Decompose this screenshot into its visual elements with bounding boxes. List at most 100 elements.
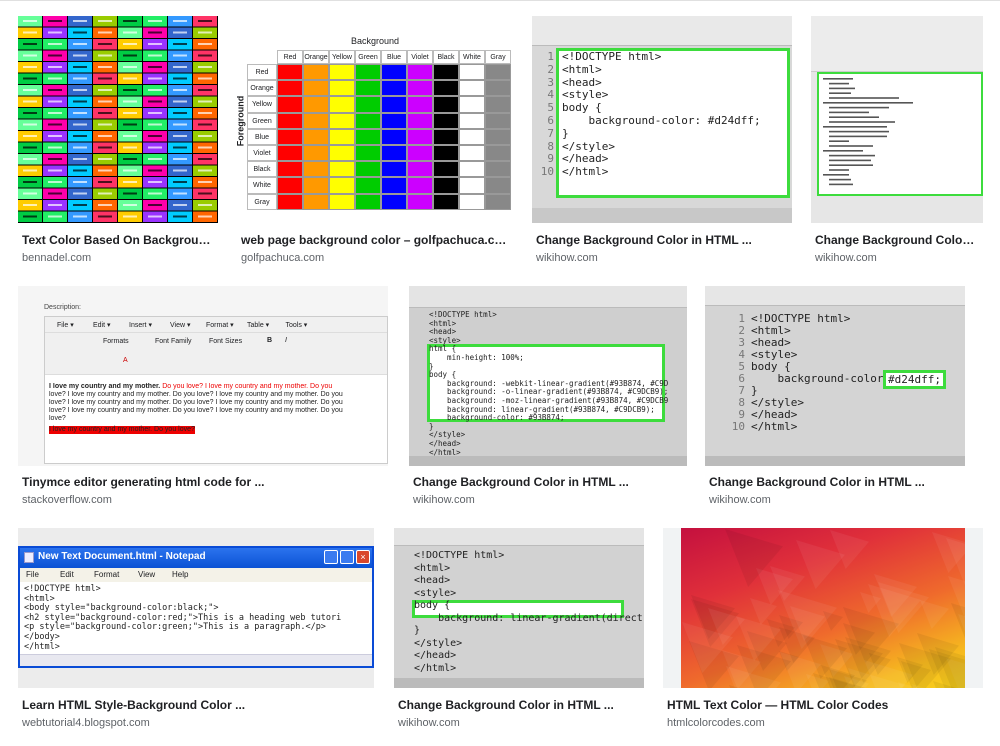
result-card-7[interactable]: 1 <!DOCTYPE html> 2 <html> 3 <head> 4 <style> 5 b… xyxy=(705,286,965,512)
result-title[interactable]: Tinymce editor generating html code for … xyxy=(22,474,384,490)
result-source[interactable]: bennadel.com xyxy=(22,251,214,265)
code-line: <!DOCTYPE html> xyxy=(414,550,505,561)
contrast-cell xyxy=(485,193,511,210)
code-line: </html> xyxy=(414,662,457,674)
code-line-mark xyxy=(829,178,851,181)
contrast-cell xyxy=(407,96,433,113)
row-header: Violet xyxy=(247,145,277,162)
grid-cell-text xyxy=(198,43,212,45)
contrast-cell xyxy=(355,193,381,210)
result-source[interactable]: wikihow.com xyxy=(398,716,640,730)
result-thumbnail[interactable] xyxy=(18,16,218,223)
contrast-cell xyxy=(381,80,407,97)
contrast-cell xyxy=(459,177,485,194)
grid-cell-text xyxy=(198,215,212,218)
result-title[interactable]: Change Background Color in HTML ... xyxy=(413,474,683,490)
contrast-cell xyxy=(433,161,459,178)
grid-cell-text xyxy=(23,158,37,160)
code-line: </head> xyxy=(414,650,457,661)
result-card-4[interactable]: Change Background Color i... wikihow.com xyxy=(811,16,983,266)
grid-cell-text xyxy=(198,112,212,114)
contrast-cell xyxy=(381,145,407,162)
result-title[interactable]: Change Background Color in HTML ... xyxy=(536,232,788,248)
result-source[interactable]: golfpachuca.com xyxy=(241,251,509,265)
grid-cell-text xyxy=(73,192,87,195)
grid-cell-text xyxy=(173,204,187,206)
grid-cell-text xyxy=(198,192,212,195)
result-title[interactable]: Change Background Color in HTML ... xyxy=(398,697,640,713)
result-thumbnail[interactable]: Background Foreground Red Red Orange Orange… xyxy=(237,16,513,223)
grid-cell-text xyxy=(123,181,137,183)
result-thumbnail[interactable]: <!DOCTYPE html> <html> <head> <style> body {… xyxy=(394,528,644,688)
contrast-cell xyxy=(381,112,407,129)
grid-cell-text xyxy=(98,123,112,126)
result-thumbnail[interactable] xyxy=(663,528,983,688)
result-thumbnail[interactable]: New Text Document.html - Notepad × File E… xyxy=(18,528,374,688)
result-title[interactable]: Change Background Color in HTML ... xyxy=(709,474,961,490)
result-source[interactable]: wikihow.com xyxy=(536,251,788,265)
grid-cell-text xyxy=(98,112,112,114)
notepad-window: New Text Document.html - Notepad × File E… xyxy=(18,546,374,668)
result-thumbnail[interactable]: 1 <!DOCTYPE html> 2 <html> 3 <head> 4 <style> 5 b… xyxy=(705,286,965,466)
grid-cell-text xyxy=(173,54,187,57)
contrast-cell xyxy=(459,128,485,145)
grid-cell-text xyxy=(23,146,37,149)
result-source[interactable]: wikihow.com xyxy=(709,493,961,507)
contrast-cell xyxy=(277,193,303,210)
contrast-cell xyxy=(355,128,381,145)
grid-cell-text xyxy=(148,169,162,172)
code-line: background-color: xyxy=(751,372,897,385)
editor-toolbar xyxy=(532,16,792,46)
result-title[interactable]: web page background color – golfpachuca.… xyxy=(241,232,509,248)
grid-cell-text xyxy=(123,66,137,68)
contrast-cell xyxy=(485,128,511,145)
result-title[interactable]: HTML Text Color — HTML Color Codes xyxy=(667,697,979,713)
result-source[interactable]: stackoverflow.com xyxy=(22,493,384,507)
code-line-mark xyxy=(823,78,853,80)
result-source[interactable]: wikihow.com xyxy=(413,493,683,507)
result-title[interactable]: Learn HTML Style-Background Color ... xyxy=(22,697,370,713)
grid-cell-text xyxy=(48,66,62,68)
result-thumbnail[interactable]: 1 <!DOCTYPE html> 2 <html> 3 <head> 4 <style> 5 b… xyxy=(532,16,792,223)
result-thumbnail[interactable] xyxy=(811,16,983,223)
result-card-3[interactable]: 1 <!DOCTYPE html> 2 <html> 3 <head> 4 <style> 5 b… xyxy=(532,16,792,266)
status-bar xyxy=(409,456,687,466)
result-title[interactable]: Change Background Color i... xyxy=(815,232,979,248)
grid-cell-text xyxy=(123,215,137,218)
grid-cell-text xyxy=(148,89,162,91)
result-source[interactable]: webtutorial4.blogspot.com xyxy=(22,716,370,730)
result-source[interactable]: wikihow.com xyxy=(815,251,979,265)
code-line: <style> xyxy=(562,88,609,102)
grid-cell-text xyxy=(48,43,62,45)
result-card-9[interactable]: <!DOCTYPE html> <html> <head> <style> body {… xyxy=(394,528,644,734)
grid-cell-text xyxy=(98,169,112,172)
paragraph-line: love? I love my country and my mother. D… xyxy=(49,391,343,398)
grid-cell-text xyxy=(123,169,137,172)
column-header: Violet xyxy=(407,50,433,64)
code-line-mark xyxy=(829,145,873,147)
line-number: 10 xyxy=(540,165,554,179)
result-card-5[interactable]: Description: File ▾ Edit ▾ Insert ▾ View ▾ F… xyxy=(18,286,388,512)
result-card-8[interactable]: New Text Document.html - Notepad × File E… xyxy=(18,528,374,734)
code-line: body { xyxy=(562,101,602,115)
contrast-cell xyxy=(459,112,485,129)
result-thumbnail[interactable]: Description: File ▾ Edit ▾ Insert ▾ View ▾ F… xyxy=(18,286,388,466)
line-number: 2 xyxy=(547,62,554,76)
status-bar xyxy=(394,678,644,688)
grid-cell-text xyxy=(73,31,87,34)
result-thumbnail[interactable]: <!DOCTYPE html> <html> <head> <style> html {… xyxy=(409,286,687,466)
contrast-cell xyxy=(355,112,381,129)
menu-item: Format ▾ xyxy=(206,322,234,329)
grid-cell-text xyxy=(23,54,37,57)
contrast-cell xyxy=(329,64,355,81)
result-source[interactable]: htmlcolorcodes.com xyxy=(667,716,979,730)
result-card-2[interactable]: Background Foreground Red Red Orange Orange… xyxy=(237,16,513,266)
grid-cell-text xyxy=(98,192,112,195)
line-number: 9 xyxy=(547,152,554,166)
code-line-mark xyxy=(829,183,853,186)
result-card-6[interactable]: <!DOCTYPE html> <html> <head> <style> html {… xyxy=(409,286,687,512)
result-title[interactable]: Text Color Based On Background ... xyxy=(22,232,214,248)
result-card-1[interactable]: Text Color Based On Background ... benna… xyxy=(18,16,218,266)
grid-cell-text xyxy=(123,54,137,57)
result-card-10[interactable]: HTML Text Color — HTML Color Codes htmlc… xyxy=(663,528,983,734)
